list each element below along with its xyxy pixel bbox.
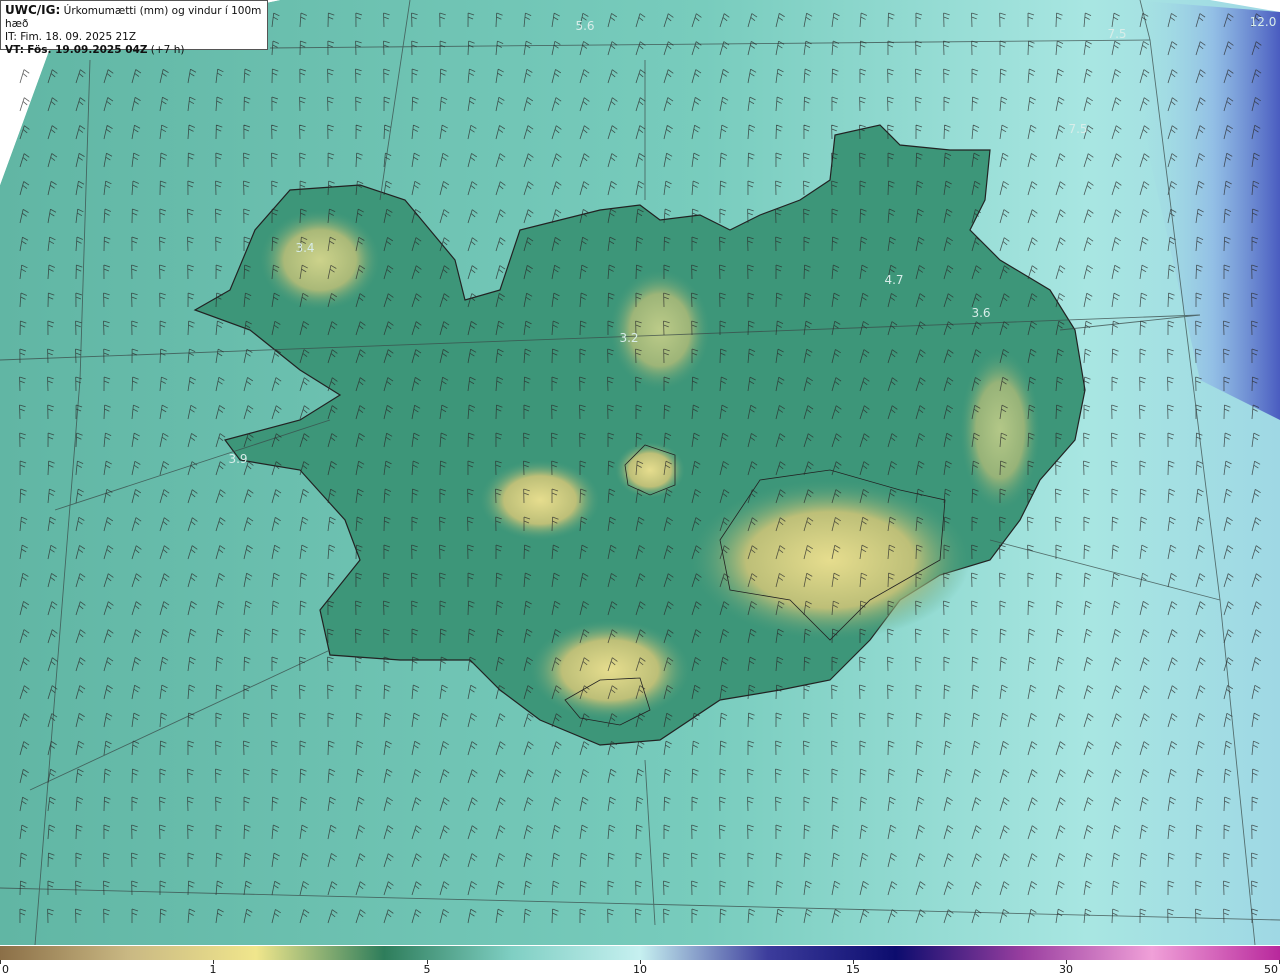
colorbar-label-1: 1 (209, 963, 217, 976)
init-time: Fim. 18. 09. 2025 21Z (20, 31, 137, 43)
map-value-label: 3.9 (228, 452, 247, 466)
map-value-label: 3.6 (971, 306, 990, 320)
weather-map-view: 5.6 7.5 12.0 7.5 3.4 4.7 3.6 3.2 3.9 UWC/IG: Úrk… (0, 0, 1280, 978)
map-value-label: 3.4 (295, 241, 314, 255)
colorbar-label-15: 15 (846, 963, 860, 976)
map-value-label: 7.5 (1068, 122, 1087, 136)
map-value-label: 3.2 (619, 331, 638, 345)
highland-north (610, 270, 710, 390)
highland-langjokull (480, 460, 600, 540)
colorbar-strip (0, 946, 1280, 960)
precipitation-wind-map: 5.6 7.5 12.0 7.5 3.4 4.7 3.6 3.2 3.9 (0, 0, 1280, 945)
colorbar-label-0: 0 (2, 963, 9, 976)
colorbar-label-5: 5 (423, 963, 431, 976)
init-time-label: IT: (5, 31, 17, 43)
precipitation-colorbar: 0 1 5 10 15 30 50 (0, 946, 1280, 978)
title-line: UWC/IG: Úrkomumætti (mm) og vindur í 100… (5, 4, 263, 31)
map-value-label: 5.6 (575, 19, 594, 33)
valid-time-line: VT: Fös. 19.09.2025 04Z (+7 h) (5, 44, 263, 57)
valid-time: Fös. 19.09.2025 04Z (27, 44, 148, 56)
colorbar-label-30: 30 (1059, 963, 1073, 976)
highland-east (960, 350, 1040, 510)
highland-vatnajokull (690, 480, 970, 640)
model-name: UWC/IG: (5, 3, 61, 17)
map-value-label: 12.0 (1250, 15, 1277, 29)
map-value-label: 7.5 (1107, 27, 1126, 41)
lead-time: (+7 h) (150, 44, 185, 56)
map-info-box: UWC/IG: Úrkomumætti (mm) og vindur í 100… (0, 0, 268, 56)
colorbar-label-10: 10 (633, 963, 647, 976)
map-value-label: 4.7 (884, 273, 903, 287)
init-time-line: IT: Fim. 18. 09. 2025 21Z (5, 31, 263, 44)
colorbar-tick-0 (0, 960, 1, 964)
valid-time-label: VT: (5, 44, 24, 56)
colorbar-label-50: 50 (1264, 963, 1278, 976)
